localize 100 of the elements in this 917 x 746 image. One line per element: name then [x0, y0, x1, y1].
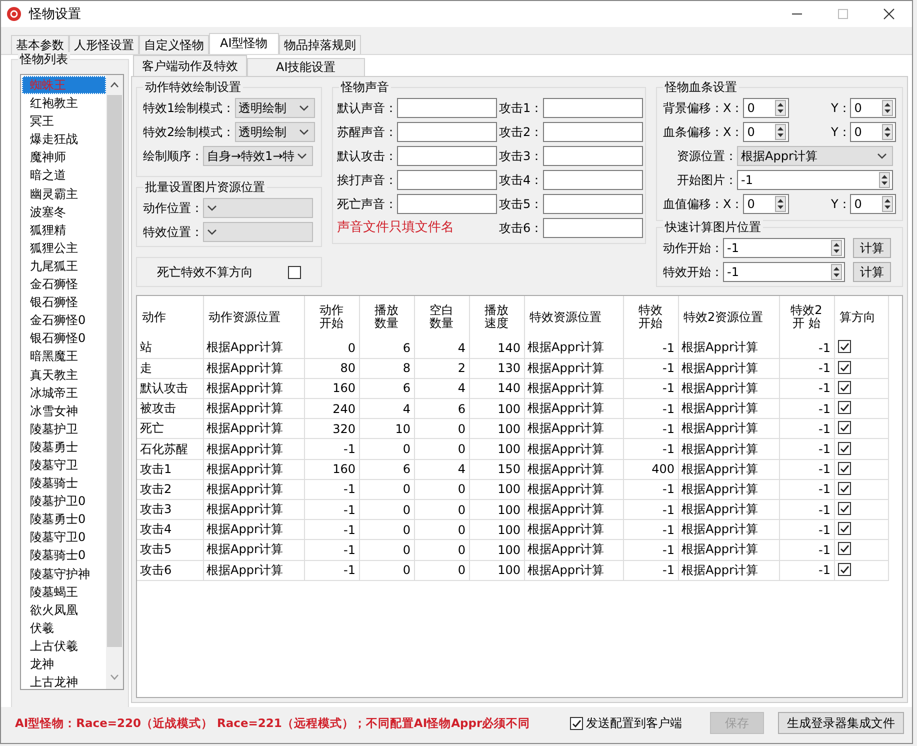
checkbox[interactable] [838, 421, 850, 434]
list-item[interactable]: 陵墓蝎王 [22, 582, 106, 601]
checkbox[interactable] [838, 482, 850, 495]
list-item[interactable]: 陵墓骑士0 [22, 546, 106, 565]
checkbox[interactable] [838, 380, 850, 394]
input-field[interactable] [542, 98, 643, 118]
checkbox[interactable] [838, 462, 850, 475]
input-field[interactable] [397, 194, 497, 214]
spin-field[interactable]: 0 [743, 98, 789, 118]
list-item[interactable]: 爆走狂战 [22, 130, 106, 148]
list-item[interactable]: 冥王 [22, 112, 106, 130]
column-header: 算方向 [834, 296, 888, 338]
checkbox[interactable] [838, 360, 850, 374]
input-field[interactable] [397, 146, 497, 166]
spinner-arrows-icon [882, 100, 893, 116]
list-item[interactable]: 陵墓守护神 [22, 564, 106, 583]
field-label: 资源位置： [677, 148, 737, 164]
table-cell: 根据Appr计算 [524, 479, 623, 500]
calculate-button[interactable]: 计算 [853, 238, 891, 258]
checkbox[interactable] [838, 522, 850, 536]
spin-field[interactable]: 0 [850, 122, 896, 142]
field-label: 攻击2： [499, 124, 543, 140]
checkbox[interactable] [570, 716, 583, 730]
checkbox[interactable] [838, 442, 850, 455]
input-field[interactable] [542, 194, 643, 214]
input-field[interactable] [542, 122, 643, 142]
tab[interactable]: 自定义怪物 [139, 35, 209, 54]
list-item[interactable]: 陵墓勇士 [22, 438, 106, 456]
spin-field[interactable]: -1 [737, 170, 893, 190]
list-item[interactable]: 狐狸公主 [22, 238, 106, 257]
spinner-arrows-icon [879, 172, 890, 188]
list-item[interactable]: 暗黑魔王 [22, 347, 106, 366]
checkbox[interactable] [288, 266, 301, 278]
spin-field[interactable]: -1 [723, 262, 845, 282]
list-item[interactable]: 上古龙神 [22, 673, 106, 689]
list-item[interactable]: 真天教主 [22, 366, 106, 384]
list-item[interactable]: 九尾狐王 [22, 256, 106, 276]
checkbox[interactable] [838, 401, 850, 414]
list-item[interactable]: 红袍教主 [22, 94, 106, 112]
footer-button[interactable]: 生成登录器集成文件 [778, 712, 904, 734]
checkbox[interactable] [838, 340, 850, 354]
input-field[interactable] [397, 170, 497, 190]
table-cell: 石化苏醒 [137, 438, 203, 460]
checkbox[interactable] [838, 562, 850, 576]
list-item[interactable]: 金石狮怪0 [22, 311, 106, 330]
tab[interactable]: 物品掉落规则 [278, 35, 361, 54]
tab[interactable]: AI技能设置 [247, 58, 365, 76]
table-cell: 根据Appr计算 [678, 398, 779, 419]
table-cell: 攻击6 [137, 560, 203, 580]
dropdown[interactable]: 透明绘制 [234, 122, 315, 142]
list-item[interactable]: 银石狮怪0 [22, 329, 106, 348]
list-item[interactable]: 狐狸精 [22, 220, 106, 239]
chevron-down-icon [877, 152, 887, 160]
spin-field[interactable]: 0 [850, 194, 896, 214]
list-item[interactable]: 波塞冬 [22, 202, 106, 221]
table-cell: 0 [414, 520, 469, 540]
input-field[interactable] [397, 98, 497, 118]
field-label: 特效1绘制模式： [143, 100, 235, 116]
dropdown[interactable]: 透明绘制 [234, 98, 315, 118]
tab[interactable]: 客户端动作及特效 [133, 55, 247, 76]
checkbox[interactable] [838, 542, 850, 556]
tab[interactable]: AI型怪物 [209, 33, 279, 54]
input-field[interactable] [542, 218, 643, 238]
tab[interactable]: 基本参数 [11, 35, 69, 54]
tab[interactable]: 人形怪设置 [69, 35, 139, 54]
dropdown[interactable]: 自身→特效1→特 [203, 146, 313, 166]
spin-field[interactable]: -1 [723, 238, 845, 258]
table-cell: 根据Appr计算 [678, 500, 779, 520]
calculate-button[interactable]: 计算 [853, 262, 891, 282]
list-item[interactable]: 陵墓守卫 [22, 456, 106, 474]
dropdown[interactable]: 根据Appr计算 [737, 146, 893, 166]
checkbox[interactable] [838, 502, 850, 516]
input-field[interactable] [397, 122, 497, 142]
table-cell: 根据Appr计算 [203, 338, 304, 358]
table-cell: 根据Appr计算 [524, 540, 623, 560]
list-item[interactable]: 冰雪女神 [22, 402, 106, 420]
list-item[interactable]: 上古伏羲 [22, 636, 106, 655]
table-cell: 攻击2 [137, 479, 203, 500]
list-item[interactable]: 陵墓护卫0 [22, 492, 106, 510]
input-field[interactable] [542, 170, 643, 190]
list-item[interactable]: 陵墓护卫 [22, 420, 106, 438]
field-label: 默认声音： [337, 100, 397, 116]
list-item[interactable]: 金石狮怪 [22, 275, 106, 294]
spin-field[interactable]: 0 [743, 122, 789, 142]
spin-field[interactable]: 0 [850, 98, 896, 118]
list-item[interactable]: 魔神师 [22, 148, 106, 166]
list-item[interactable]: 暗之道 [22, 166, 106, 185]
list-item[interactable]: 伏羲 [22, 618, 106, 637]
list-item[interactable]: 冰城帝王 [22, 384, 106, 402]
table-cell: -1 [304, 520, 359, 540]
list-item[interactable]: 龙神 [22, 655, 106, 674]
close-icon [883, 8, 895, 20]
spin-field[interactable]: 0 [743, 194, 789, 214]
list-item[interactable]: 银石狮怪 [22, 293, 106, 312]
list-item[interactable]: 幽灵霸主 [22, 184, 106, 203]
list-item[interactable]: 陵墓骑士 [22, 474, 106, 492]
input-field[interactable] [542, 146, 643, 166]
list-item[interactable]: 欲火凤凰 [22, 600, 106, 619]
list-item[interactable]: 陵墓勇士0 [22, 510, 106, 528]
list-item[interactable]: 陵墓守卫0 [22, 528, 106, 546]
